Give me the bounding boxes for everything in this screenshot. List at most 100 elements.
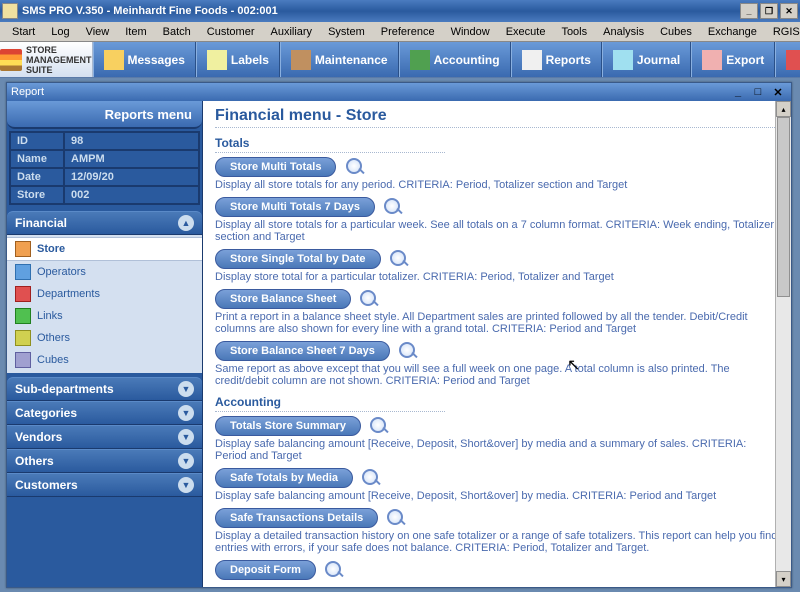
menu-analysis[interactable]: Analysis bbox=[595, 24, 652, 40]
reports-sidebar: Reports menu ID98 NameAMPM Date12/09/20 … bbox=[7, 101, 203, 587]
close-button[interactable]: ✕ bbox=[780, 3, 798, 19]
child-minimize-button[interactable]: _ bbox=[729, 85, 747, 99]
toolbar-accounting[interactable]: Accounting bbox=[399, 42, 511, 77]
tree-item-links[interactable]: Links bbox=[7, 305, 202, 327]
toolbar-journal[interactable]: Journal bbox=[602, 42, 691, 77]
magnifier-icon[interactable] bbox=[346, 158, 366, 176]
report-desc: Display a detailed transaction history o… bbox=[215, 530, 779, 554]
magnifier-icon[interactable] bbox=[390, 250, 410, 268]
report-item: Store Multi Totals 7 Days Display all st… bbox=[215, 197, 779, 243]
report-desc: Same report as above except that you wil… bbox=[215, 363, 779, 387]
export-icon bbox=[702, 50, 722, 70]
menu-batch[interactable]: Batch bbox=[155, 24, 199, 40]
scroll-down-button[interactable]: ▾ bbox=[776, 571, 791, 587]
minimize-button[interactable]: _ bbox=[740, 3, 758, 19]
cubes-icon bbox=[15, 352, 31, 368]
tree-item-departments[interactable]: Departments bbox=[7, 283, 202, 305]
store-icon bbox=[15, 241, 31, 257]
report-item: Store Single Total by Date Display store… bbox=[215, 249, 779, 283]
magnifier-icon[interactable] bbox=[399, 342, 419, 360]
report-item: Safe Totals by Media Display safe balanc… bbox=[215, 468, 779, 502]
menu-customer[interactable]: Customer bbox=[199, 24, 263, 40]
report-desc: Display safe balancing amount [Receive, … bbox=[215, 438, 779, 462]
labels-icon bbox=[207, 50, 227, 70]
report-link-store-single-total-by-date[interactable]: Store Single Total by Date bbox=[215, 249, 381, 269]
report-desc: Display safe balancing amount [Receive, … bbox=[215, 490, 779, 502]
links-icon bbox=[15, 308, 31, 324]
menu-view[interactable]: View bbox=[78, 24, 118, 40]
magnifier-icon[interactable] bbox=[325, 561, 345, 579]
operators-icon bbox=[15, 264, 31, 280]
tree-item-operators[interactable]: Operators bbox=[7, 261, 202, 283]
magnifier-icon[interactable] bbox=[387, 509, 407, 527]
section-label: Sub-departments bbox=[15, 382, 114, 396]
info-name-label: Name bbox=[10, 150, 64, 168]
scroll-up-button[interactable]: ▴ bbox=[776, 101, 791, 117]
toolbar-labels[interactable]: Labels bbox=[196, 42, 280, 77]
financial-tree: Store Operators Departments Links Others… bbox=[7, 235, 202, 373]
report-link-deposit-form[interactable]: Deposit Form bbox=[215, 560, 316, 580]
menu-exchange[interactable]: Exchange bbox=[700, 24, 765, 40]
tree-item-others[interactable]: Others bbox=[7, 327, 202, 349]
report-link-safe-totals-by-media[interactable]: Safe Totals by Media bbox=[215, 468, 353, 488]
section-customers[interactable]: Customers▼ bbox=[7, 473, 202, 497]
section-vendors[interactable]: Vendors ▼ bbox=[7, 425, 202, 449]
menu-rgis[interactable]: RGIS bbox=[765, 24, 800, 40]
report-link-store-multi-totals-7days[interactable]: Store Multi Totals 7 Days bbox=[215, 197, 375, 217]
menu-system[interactable]: System bbox=[320, 24, 373, 40]
main-toolbar: STORE MANAGEMENT SUITE Messages Labels M… bbox=[0, 42, 800, 78]
toolbar-export[interactable]: Export bbox=[691, 42, 775, 77]
toolbar-messages[interactable]: Messages bbox=[93, 42, 196, 77]
magnifier-icon[interactable] bbox=[362, 469, 382, 487]
menubar: Start Log View Item Batch Customer Auxil… bbox=[0, 22, 800, 42]
section-sub-departments[interactable]: Sub-departments▼ bbox=[7, 377, 202, 401]
menu-auxiliary[interactable]: Auxiliary bbox=[262, 24, 320, 40]
report-link-safe-transactions-details[interactable]: Safe Transactions Details bbox=[215, 508, 378, 528]
menu-start[interactable]: Start bbox=[4, 24, 43, 40]
content-scrollbar[interactable]: ▴ ▾ bbox=[775, 101, 791, 587]
reports-icon bbox=[522, 50, 542, 70]
report-item: Safe Transactions Details Display a deta… bbox=[215, 508, 779, 554]
chevron-down-icon: ▼ bbox=[178, 429, 194, 445]
section-others[interactable]: Others▼ bbox=[7, 449, 202, 473]
report-desc: Display store total for a particular tot… bbox=[215, 271, 779, 283]
app-title: SMS PRO V.350 - Meinhardt Fine Foods - 0… bbox=[22, 5, 740, 17]
toolbar-reports[interactable]: Reports bbox=[511, 42, 602, 77]
menu-item[interactable]: Item bbox=[117, 24, 154, 40]
magnifier-icon[interactable] bbox=[360, 290, 380, 308]
section-label: Categories bbox=[15, 406, 77, 420]
menu-preference[interactable]: Preference bbox=[373, 24, 443, 40]
section-title-accounting: Accounting bbox=[215, 393, 445, 412]
tree-item-cubes[interactable]: Cubes bbox=[7, 349, 202, 371]
menu-window[interactable]: Window bbox=[443, 24, 498, 40]
menu-cubes[interactable]: Cubes bbox=[652, 24, 700, 40]
menu-execute[interactable]: Execute bbox=[498, 24, 554, 40]
info-id-value: 98 bbox=[64, 132, 199, 150]
child-close-button[interactable]: ✕ bbox=[769, 85, 787, 99]
tree-item-store[interactable]: Store bbox=[7, 237, 202, 261]
child-maximize-button[interactable]: □ bbox=[749, 85, 767, 99]
report-link-store-balance-sheet-7days[interactable]: Store Balance Sheet 7 Days bbox=[215, 341, 390, 361]
maximize-button[interactable]: ❐ bbox=[760, 3, 778, 19]
child-titlebar: Report _ □ ✕ bbox=[7, 83, 791, 101]
tree-item-label: Operators bbox=[37, 266, 86, 278]
menu-tools[interactable]: Tools bbox=[553, 24, 595, 40]
toolbar-sms[interactable]: SMS bbox=[775, 42, 800, 77]
page-title: Financial menu - Store bbox=[215, 107, 779, 128]
scroll-thumb[interactable] bbox=[777, 117, 790, 297]
report-content: Financial menu - Store Totals Store Mult… bbox=[203, 101, 791, 587]
section-categories[interactable]: Categories▼ bbox=[7, 401, 202, 425]
chevron-up-icon: ▲ bbox=[178, 215, 194, 231]
menu-log[interactable]: Log bbox=[43, 24, 77, 40]
report-item: Totals Store Summary Display safe balanc… bbox=[215, 416, 779, 462]
tree-item-label: Departments bbox=[37, 288, 100, 300]
section-financial[interactable]: Financial ▲ bbox=[7, 211, 202, 235]
magnifier-icon[interactable] bbox=[370, 417, 390, 435]
report-link-totals-store-summary[interactable]: Totals Store Summary bbox=[215, 416, 361, 436]
report-link-store-multi-totals[interactable]: Store Multi Totals bbox=[215, 157, 336, 177]
logo-icon bbox=[0, 49, 22, 71]
magnifier-icon[interactable] bbox=[384, 198, 404, 216]
toolbar-maintenance[interactable]: Maintenance bbox=[280, 42, 399, 77]
section-label: Vendors bbox=[15, 430, 62, 444]
report-link-store-balance-sheet[interactable]: Store Balance Sheet bbox=[215, 289, 351, 309]
